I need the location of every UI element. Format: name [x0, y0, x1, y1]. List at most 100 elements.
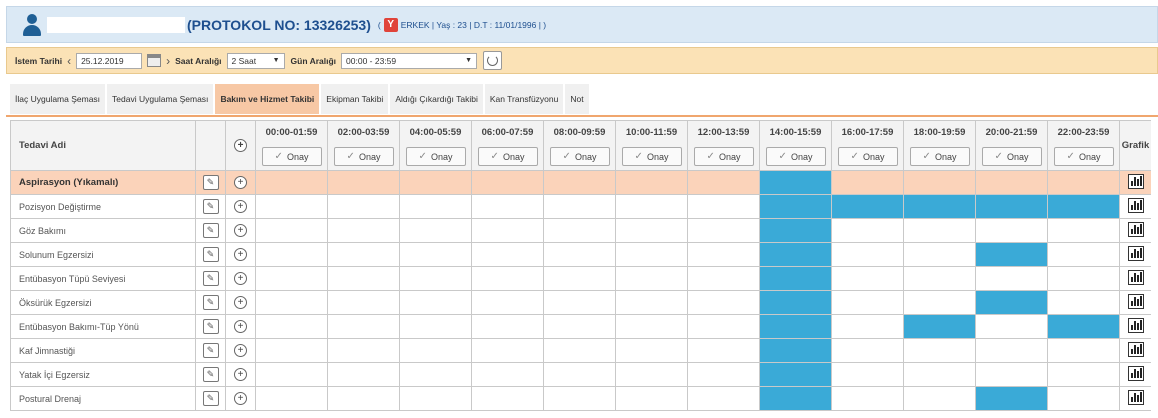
schedule-cell[interactable] [975, 314, 1048, 339]
schedule-cell[interactable] [471, 266, 544, 291]
schedule-cell[interactable] [471, 194, 544, 219]
schedule-cell[interactable] [471, 242, 544, 267]
schedule-cell[interactable] [687, 194, 760, 219]
schedule-cell-filled[interactable] [759, 314, 832, 339]
schedule-cell[interactable] [831, 170, 904, 195]
schedule-cell[interactable] [975, 218, 1048, 243]
plus-circle-icon[interactable]: + [234, 176, 247, 189]
schedule-cell[interactable] [327, 242, 400, 267]
schedule-cell[interactable] [255, 386, 328, 411]
schedule-cell[interactable] [903, 170, 976, 195]
schedule-cell[interactable] [543, 170, 616, 195]
onay-button[interactable]: ✓ Onay [909, 147, 970, 166]
schedule-cell[interactable] [471, 362, 544, 387]
bar-chart-icon[interactable] [1127, 269, 1144, 285]
schedule-cell-filled[interactable] [759, 338, 832, 363]
onay-button[interactable]: ✓ Onay [333, 147, 394, 166]
onay-button[interactable]: ✓ Onay [693, 147, 754, 166]
schedule-cell[interactable] [1047, 218, 1120, 243]
schedule-cell-filled[interactable] [759, 170, 832, 195]
onay-button[interactable]: ✓ Onay [1053, 147, 1114, 166]
schedule-cell-filled[interactable] [975, 194, 1048, 219]
plus-circle-icon[interactable]: + [234, 139, 247, 152]
schedule-cell[interactable] [615, 218, 688, 243]
schedule-cell[interactable] [615, 386, 688, 411]
schedule-cell[interactable] [471, 218, 544, 243]
edit-icon[interactable]: ✎ [202, 271, 219, 286]
plus-circle-icon[interactable]: + [234, 296, 247, 309]
edit-icon[interactable]: ✎ [202, 295, 219, 310]
plus-circle-icon[interactable]: + [234, 248, 247, 261]
schedule-cell[interactable] [903, 266, 976, 291]
bar-chart-icon[interactable] [1127, 317, 1144, 333]
schedule-cell[interactable] [327, 266, 400, 291]
next-date-button[interactable]: › [166, 54, 170, 68]
schedule-cell[interactable] [399, 386, 472, 411]
onay-button[interactable]: ✓ Onay [261, 147, 322, 166]
schedule-cell[interactable] [903, 338, 976, 363]
tab-kan-transfuzyonu[interactable]: Kan Transfüzyonu [484, 84, 564, 114]
tab-aldigi-cikardigi[interactable]: Aldığı Çıkardığı Takibi [390, 84, 483, 114]
schedule-cell-filled[interactable] [903, 194, 976, 219]
schedule-cell[interactable] [399, 266, 472, 291]
schedule-cell[interactable] [543, 386, 616, 411]
schedule-cell[interactable] [543, 290, 616, 315]
schedule-cell[interactable] [543, 242, 616, 267]
schedule-cell[interactable] [831, 218, 904, 243]
schedule-cell[interactable] [687, 290, 760, 315]
schedule-cell[interactable] [615, 266, 688, 291]
schedule-cell[interactable] [327, 314, 400, 339]
onay-button[interactable]: ✓ Onay [837, 147, 898, 166]
schedule-cell-filled[interactable] [1047, 314, 1120, 339]
schedule-cell[interactable] [975, 338, 1048, 363]
prev-date-button[interactable]: ‹ [67, 54, 71, 68]
schedule-cell[interactable] [687, 242, 760, 267]
schedule-cell[interactable] [471, 290, 544, 315]
edit-icon[interactable]: ✎ [202, 391, 219, 406]
schedule-cell[interactable] [1047, 266, 1120, 291]
tab-ekipman[interactable]: Ekipman Takibi [321, 84, 389, 114]
tab-tedavi-uygulama[interactable]: Tedavi Uygulama Şeması [107, 84, 214, 114]
schedule-cell[interactable] [543, 338, 616, 363]
schedule-cell[interactable] [831, 362, 904, 387]
schedule-cell[interactable] [831, 314, 904, 339]
schedule-cell[interactable] [1047, 338, 1120, 363]
schedule-cell[interactable] [327, 218, 400, 243]
schedule-cell[interactable] [687, 218, 760, 243]
schedule-cell[interactable] [1047, 386, 1120, 411]
onay-button[interactable]: ✓ Onay [981, 147, 1042, 166]
bar-chart-icon[interactable] [1127, 365, 1144, 381]
schedule-cell[interactable] [543, 218, 616, 243]
calendar-icon[interactable] [147, 54, 162, 67]
schedule-cell[interactable] [1047, 290, 1120, 315]
schedule-cell[interactable] [903, 242, 976, 267]
schedule-cell-filled[interactable] [975, 386, 1048, 411]
schedule-cell-filled[interactable] [975, 242, 1048, 267]
date-input[interactable]: 25.12.2019 [76, 52, 143, 69]
schedule-cell[interactable] [327, 362, 400, 387]
schedule-cell[interactable] [687, 266, 760, 291]
schedule-cell[interactable] [327, 386, 400, 411]
bar-chart-icon[interactable] [1127, 221, 1144, 237]
schedule-cell-filled[interactable] [903, 314, 976, 339]
tab-ilac-uygulama[interactable]: İlaç Uygulama Şeması [10, 84, 106, 114]
schedule-cell[interactable] [399, 338, 472, 363]
schedule-cell-filled[interactable] [759, 194, 832, 219]
schedule-cell-filled[interactable] [831, 194, 904, 219]
schedule-cell[interactable] [687, 362, 760, 387]
onay-button[interactable]: ✓ Onay [621, 147, 682, 166]
bar-chart-icon[interactable] [1127, 293, 1144, 309]
onay-button[interactable]: ✓ Onay [549, 147, 610, 166]
schedule-cell-filled[interactable] [759, 362, 832, 387]
schedule-cell[interactable] [831, 290, 904, 315]
gun-araligi-select[interactable]: 00:00 - 23:59 ▼ [341, 52, 478, 69]
plus-circle-icon[interactable]: + [234, 224, 247, 237]
schedule-cell[interactable] [1047, 170, 1120, 195]
schedule-cell[interactable] [255, 290, 328, 315]
edit-icon[interactable]: ✎ [202, 223, 219, 238]
schedule-cell[interactable] [255, 194, 328, 219]
schedule-cell[interactable] [327, 194, 400, 219]
edit-icon[interactable]: ✎ [202, 175, 219, 190]
schedule-cell[interactable] [831, 386, 904, 411]
schedule-cell[interactable] [255, 218, 328, 243]
